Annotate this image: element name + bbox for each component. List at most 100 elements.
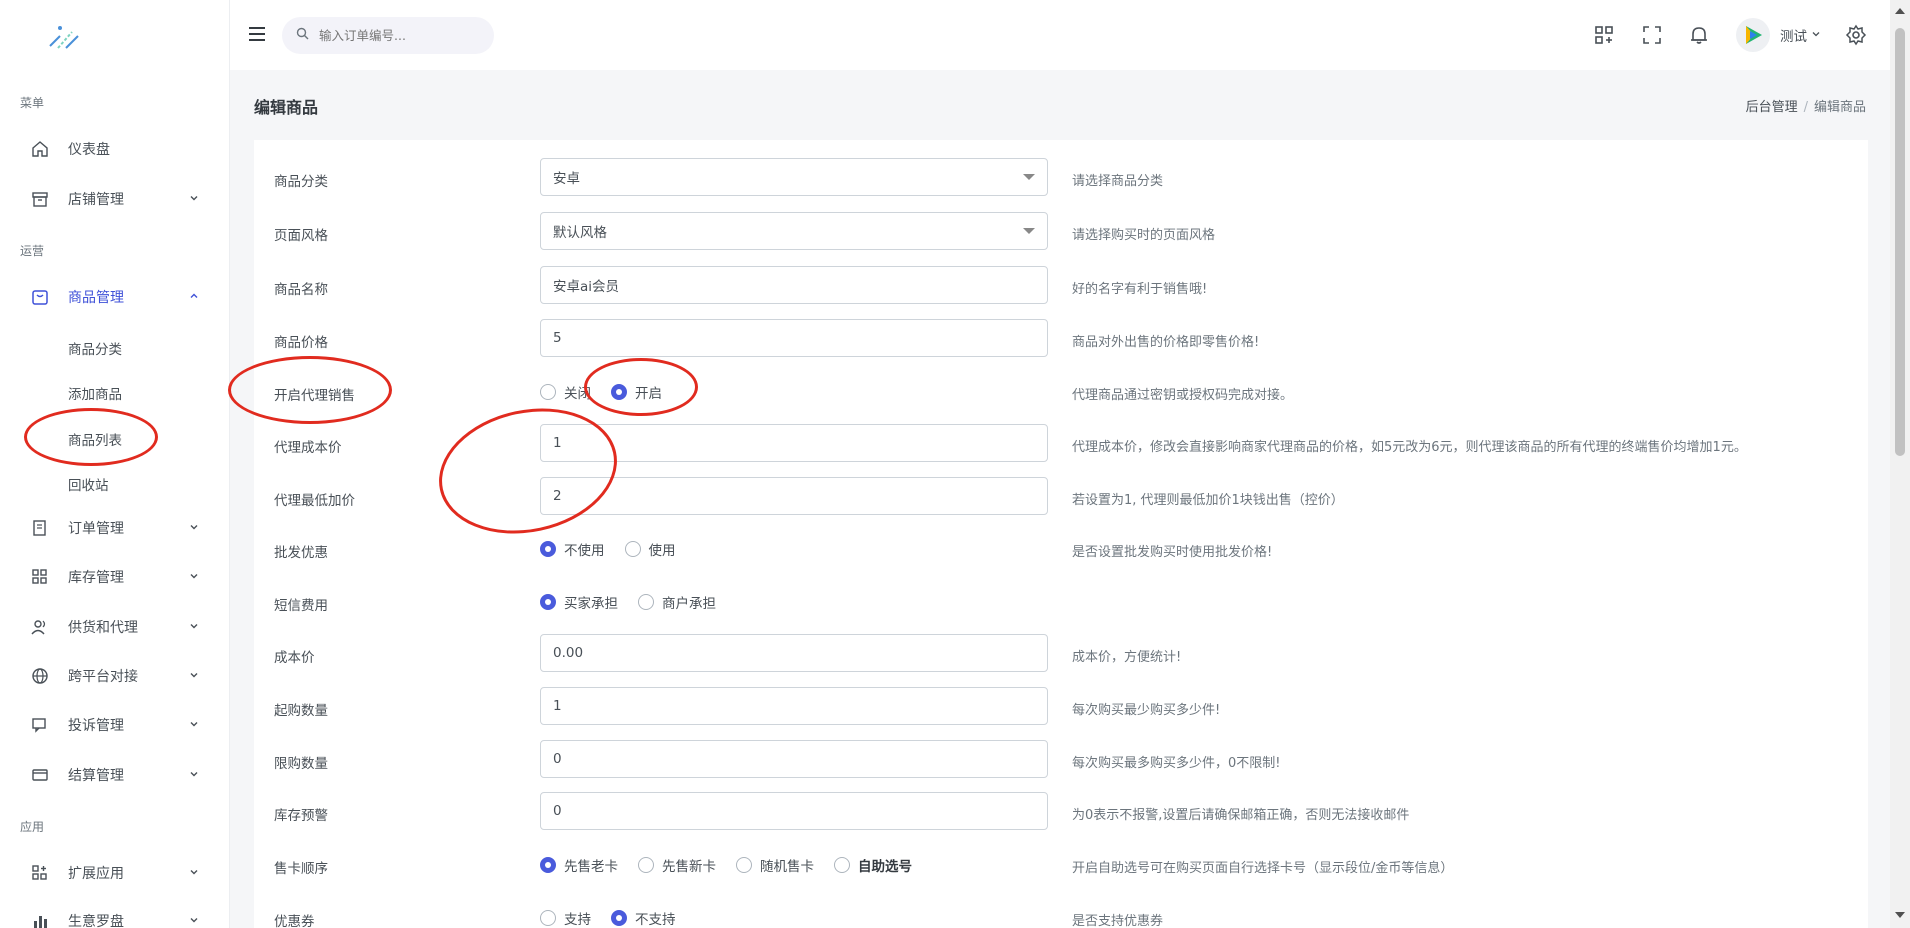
chevron-down-icon [188,768,200,780]
max-quantity-input[interactable]: 0 [540,740,1048,778]
radio-sell-new-first[interactable]: 先售新卡 [638,855,716,875]
menu-section-title: 运营 [20,244,45,258]
min-quantity-input[interactable]: 1 [540,687,1048,725]
sidebar-item-dashboard[interactable]: 仪表盘 [30,134,200,164]
page-style-select[interactable]: 默认风格 [540,212,1048,250]
chevron-down-icon [188,570,200,582]
avatar [1736,18,1770,52]
product-name-input[interactable]: 安卓ai会员 [540,266,1048,304]
radio-coupon-support[interactable]: 支持 [540,908,591,928]
form-row-agent-sales: 开启代理销售 关闭 开启 代理商品通过密钥或授权码完成对接。 [254,372,1868,412]
coupon-radio-group: 支持 不支持 [540,908,696,928]
sms-fee-radio-group: 买家承担 商户承担 [540,592,736,612]
chevron-down-icon [188,914,200,926]
field-help: 是否支持优惠券 [1072,914,1164,928]
search-icon [296,27,309,44]
form-row-price: 商品价格 5 商品对外出售的价格即零售价格! [254,319,1868,359]
form-row-min-qty: 起购数量 1 每次购买最少购买多少件! [254,687,1868,727]
fullscreen-icon[interactable] [1641,24,1663,46]
annotation-oval [228,356,392,424]
radio-sms-buyer[interactable]: 买家承担 [540,592,618,612]
sidebar-item-settlement[interactable]: 结算管理 [30,760,200,790]
radio-sell-self-select[interactable]: 自助选号 [834,855,912,875]
scroll-up-arrow-icon[interactable] [1895,8,1905,14]
field-help: 好的名字有利于销售哦! [1072,282,1208,297]
breadcrumb: 后台管理 / 编辑商品 [1746,96,1866,115]
user-menu[interactable]: 测试 [1736,18,1821,52]
dropdown-arrow-icon [1023,228,1035,234]
form-row-sms-fee: 短信费用 买家承担 商户承担 [254,582,1868,622]
sidebar-item-label: 跨平台对接 [68,669,138,685]
sidebar-subitem-add-product[interactable]: 添加商品 [68,383,122,403]
field-help: 每次购买最多购买多少件，0不限制! [1072,756,1281,771]
bell-icon[interactable] [1688,24,1710,46]
radio-coupon-no-support[interactable]: 不支持 [611,908,676,928]
wholesale-radio-group: 不使用 使用 [540,539,696,559]
radio-sell-random[interactable]: 随机售卡 [736,855,814,875]
sidebar-item-cross-platform[interactable]: 跨平台对接 [30,661,200,691]
sidebar-item-supply-agent[interactable]: 供货和代理 [30,612,200,642]
chevron-up-icon [188,290,200,302]
sidebar-item-store[interactable]: 店铺管理 [30,184,200,214]
field-label: 批发优惠 [274,545,328,561]
field-label: 售卡顺序 [274,861,328,877]
sidebar-item-complaints[interactable]: 投诉管理 [30,710,200,740]
chevron-down-icon [188,521,200,533]
sidebar-item-extensions[interactable]: 扩展应用 [30,858,200,888]
sidebar-item-inventory[interactable]: 库存管理 [30,562,200,592]
radio-wholesale-on[interactable]: 使用 [624,539,676,559]
grid-icon [30,567,50,587]
receipt-icon [30,518,50,538]
field-help: 请选择商品分类 [1072,174,1164,189]
sidebar-item-business-compass[interactable]: 生意罗盘 [30,906,200,928]
annotation-oval [24,408,158,466]
form-row-cost: 成本价 0.00 成本价，方便统计! [254,634,1868,674]
bag-icon [30,287,50,307]
card-icon [30,765,50,785]
logo[interactable] [46,22,82,50]
agent-min-markup-input[interactable]: 2 [540,477,1048,515]
sidebar-subitem-recycle-bin[interactable]: 回收站 [68,474,109,494]
breadcrumb-current: 编辑商品 [1813,100,1866,115]
form-row-stock-alert: 库存预警 0 为0表示不报警,设置后请确保邮箱正确，否则无法接收邮件 [254,792,1868,832]
category-select[interactable]: 安卓 [540,158,1048,196]
sidebar-item-products[interactable]: 商品管理 [30,282,200,312]
radio-sms-merchant[interactable]: 商户承担 [638,592,716,612]
scroll-down-arrow-icon[interactable] [1895,912,1905,918]
form-row-style: 页面风格 默认风格 请选择购买时的页面风格 [254,212,1868,252]
page-title: 编辑商品 [254,98,319,117]
product-price-input[interactable]: 5 [540,319,1048,357]
field-label: 起购数量 [274,703,328,719]
cost-price-input[interactable]: 0.00 [540,634,1048,672]
radio-sell-old-first[interactable]: 先售老卡 [540,855,618,875]
form-row-name: 商品名称 安卓ai会员 好的名字有利于销售哦! [254,266,1868,306]
sidebar-subitem-category[interactable]: 商品分类 [68,338,122,358]
breadcrumb-link[interactable]: 后台管理 [1746,100,1798,115]
radio-wholesale-off[interactable]: 不使用 [540,539,605,559]
form-row-wholesale: 批发优惠 不使用 使用 是否设置批发购买时使用批发价格! [254,529,1868,569]
sidebar-item-label: 生意罗盘 [68,914,124,928]
search-input[interactable] [319,28,469,43]
sidebar-item-orders[interactable]: 订单管理 [30,513,200,543]
field-label: 商品名称 [274,282,328,298]
scrollbar-thumb[interactable] [1895,28,1905,456]
gear-icon[interactable] [1845,24,1867,46]
scrollbar[interactable] [1890,0,1910,928]
chevron-down-icon [188,669,200,681]
sidebar-item-label: 订单管理 [68,521,124,537]
menu-toggle-icon[interactable] [248,26,266,42]
bar-chart-icon [30,911,50,928]
chevron-down-icon [188,866,200,878]
chevron-down-icon [188,718,200,730]
field-label: 库存预警 [274,808,328,824]
breadcrumb-separator: / [1803,100,1808,115]
stock-alert-input[interactable]: 0 [540,792,1048,830]
sidebar-item-label: 库存管理 [68,570,124,586]
topbar: 测试 [230,0,1890,70]
field-label: 短信费用 [274,598,328,614]
annotation-oval [584,358,698,416]
apps-grid-icon[interactable] [1593,24,1615,46]
field-label: 代理成本价 [274,440,342,456]
field-help: 若设置为1, 代理则最低加价1块钱出售（控价） [1072,493,1344,508]
field-help: 是否设置批发购买时使用批发价格! [1072,545,1273,560]
